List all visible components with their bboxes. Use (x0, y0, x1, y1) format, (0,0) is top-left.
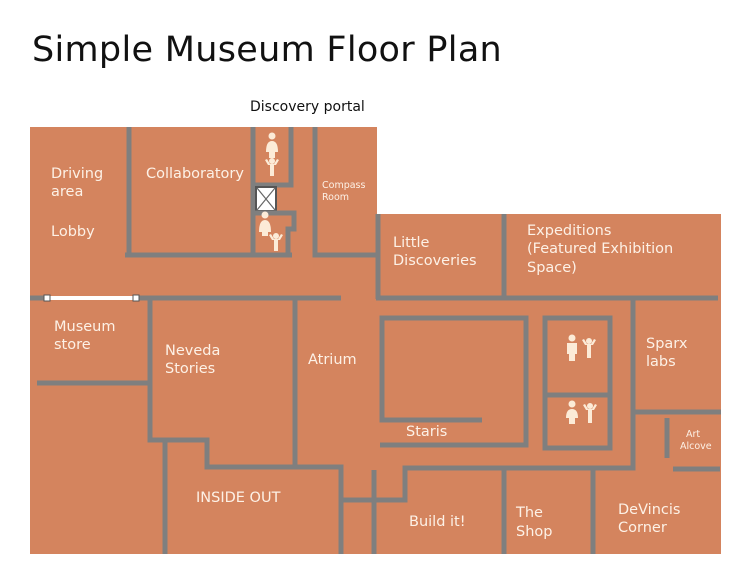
room-label: Sparx (646, 336, 688, 352)
room-label: Build it! (409, 514, 466, 530)
room-label: Atrium (308, 352, 357, 368)
room-label: Stories (165, 361, 215, 377)
room-label: Staris (406, 424, 447, 440)
room-label: Little (393, 235, 430, 251)
floor-plan: Driving area Lobby Collaboratory Compass… (30, 127, 721, 554)
room-inside-out[interactable]: INSIDE OUT (196, 490, 281, 506)
room-label: Art (686, 429, 700, 440)
room-label: Room (322, 192, 349, 203)
room-label: Compass (322, 180, 366, 191)
room-label: Shop (516, 524, 552, 540)
room-label: labs (646, 354, 676, 370)
room-label: Museum (54, 319, 116, 335)
room-label: DeVincis (618, 502, 680, 518)
door-hinge (132, 294, 140, 302)
room-label: area (51, 184, 83, 200)
entrance-door[interactable] (47, 296, 136, 300)
room-label: Corner (618, 520, 667, 536)
room-lobby[interactable]: Lobby (51, 224, 95, 240)
room-build-it[interactable]: Build it! (409, 514, 466, 530)
door-hinge (43, 294, 51, 302)
room-label: Expeditions (527, 223, 611, 239)
room-label: Space) (527, 260, 577, 276)
room-label: The (515, 505, 543, 521)
room-collaboratory[interactable]: Collaboratory (146, 166, 244, 182)
room-label: Neveda (165, 343, 220, 359)
room-label: Alcove (680, 441, 712, 452)
room-label: Driving (51, 166, 103, 182)
room-label: Lobby (51, 224, 95, 240)
room-label: store (54, 337, 91, 353)
room-atrium[interactable]: Atrium (308, 352, 357, 368)
room-label: Collaboratory (146, 166, 244, 182)
room-staris[interactable]: Staris (406, 424, 447, 440)
room-label: INSIDE OUT (196, 490, 281, 506)
room-label: (Featured Exhibition (527, 241, 673, 257)
room-label: Discoveries (393, 253, 477, 269)
